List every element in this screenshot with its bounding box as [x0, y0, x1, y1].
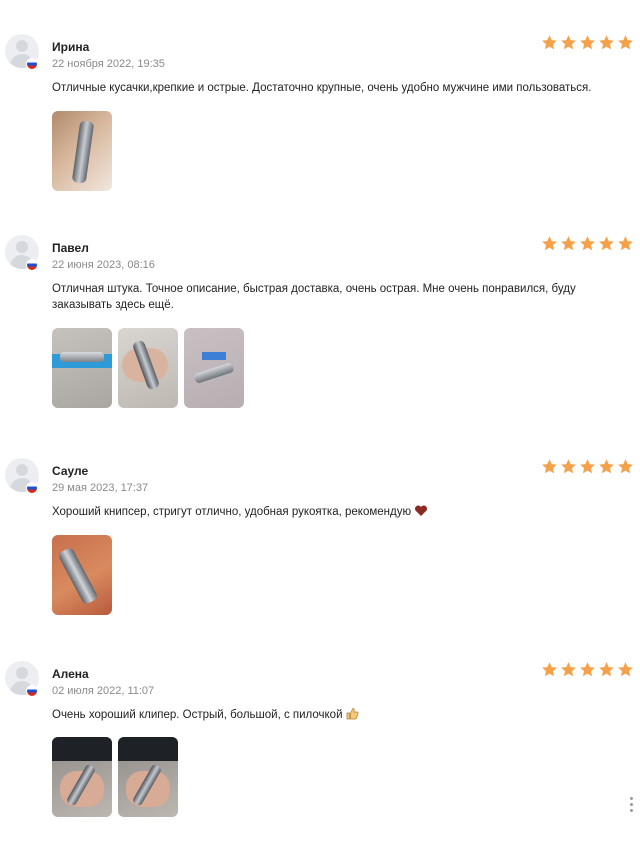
heart-icon — [415, 505, 428, 516]
star-icon — [542, 35, 557, 50]
review-text: Отличные кусачки,крепкие и острые. Доста… — [52, 82, 592, 94]
star-icon — [618, 662, 633, 677]
review-photos — [52, 535, 112, 615]
russia-flag-icon — [26, 482, 38, 494]
star-icon — [561, 459, 576, 474]
review-text-body: Хороший книпсер, стригут отлично, удобна… — [52, 506, 412, 518]
reviewer-name: Алена — [52, 667, 89, 681]
review-photo[interactable] — [52, 328, 112, 408]
star-icon — [599, 662, 614, 677]
rating-stars — [541, 34, 634, 51]
russia-flag-icon — [26, 685, 38, 697]
russia-flag-icon — [26, 58, 38, 70]
review-date: 02 июля 2022, 11:07 — [52, 685, 155, 697]
review-date: 22 июня 2023, 08:16 — [52, 259, 155, 271]
review-photos — [52, 737, 178, 817]
rating-stars — [541, 458, 634, 475]
reviewer-name: Ирина — [52, 40, 90, 54]
review-photos — [52, 328, 244, 408]
star-icon — [561, 662, 576, 677]
russia-flag-icon — [26, 259, 38, 271]
reviewer-name: Сауле — [52, 464, 89, 478]
star-icon — [580, 35, 595, 50]
review-date: 22 ноября 2022, 19:35 — [52, 58, 165, 70]
star-icon — [542, 662, 557, 677]
review-text-body: Очень хороший клипер. Острый, большой, с… — [52, 709, 343, 721]
star-icon — [542, 459, 557, 474]
review-photo[interactable] — [52, 111, 112, 191]
star-icon — [561, 236, 576, 251]
star-icon — [580, 662, 595, 677]
star-icon — [580, 459, 595, 474]
reviewer-name: Павел — [52, 241, 89, 255]
star-icon — [618, 35, 633, 50]
review-text: Отличная штука. Точное описание, быстрая… — [52, 283, 576, 311]
thumbs-up-icon — [346, 708, 358, 720]
star-icon — [561, 35, 576, 50]
more-options-icon[interactable] — [630, 797, 634, 812]
review-photo[interactable] — [52, 737, 112, 817]
star-icon — [599, 35, 614, 50]
review-photo[interactable] — [52, 535, 112, 615]
star-icon — [618, 459, 633, 474]
star-icon — [599, 459, 614, 474]
star-icon — [580, 236, 595, 251]
review-photo[interactable] — [184, 328, 244, 408]
review-photo[interactable] — [118, 737, 178, 817]
rating-stars — [541, 235, 634, 252]
rating-stars — [541, 661, 634, 678]
review-text: Хороший книпсер, стригут отлично, удобна… — [52, 504, 612, 520]
review-photo[interactable] — [118, 328, 178, 408]
star-icon — [618, 236, 633, 251]
review-photos — [52, 111, 112, 191]
review-text: Очень хороший клипер. Острый, большой, с… — [52, 707, 612, 723]
review-date: 29 мая 2023, 17:37 — [52, 482, 149, 494]
star-icon — [599, 236, 614, 251]
star-icon — [542, 236, 557, 251]
